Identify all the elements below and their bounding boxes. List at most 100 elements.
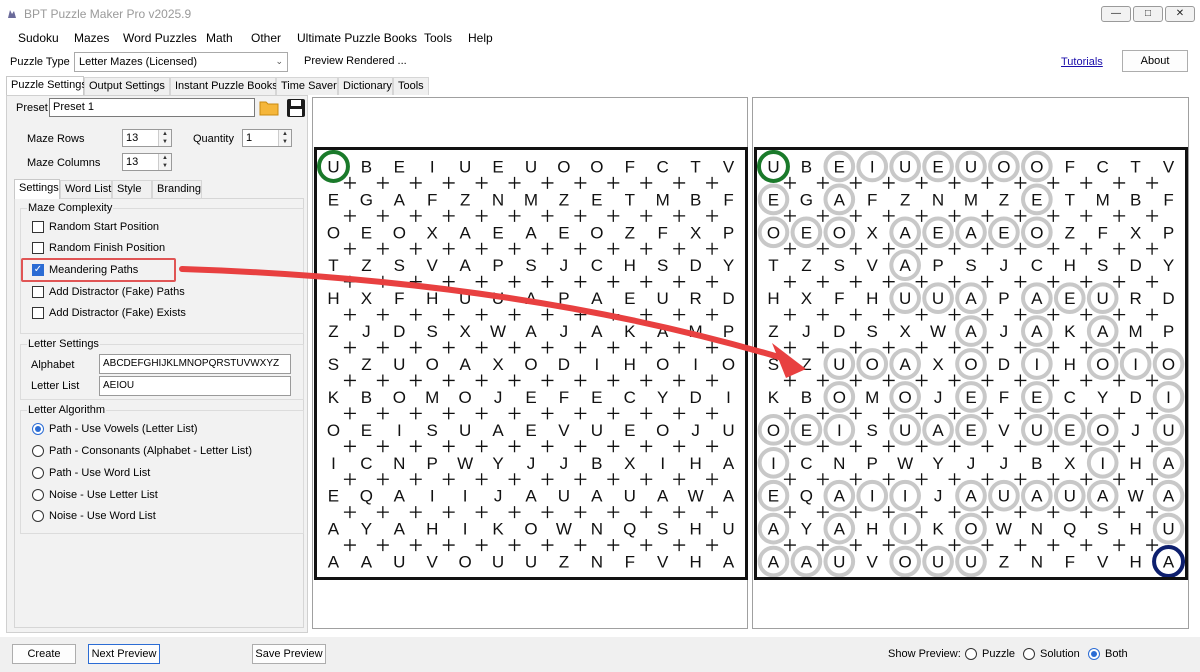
stepper-buttons[interactable]: ▲ ▼ xyxy=(158,154,171,170)
maze-letter: I xyxy=(430,487,435,506)
stepper-down-icon[interactable]: ▼ xyxy=(159,138,171,146)
maximize-icon[interactable]: □ xyxy=(1133,6,1163,22)
maze-wall-plus xyxy=(1014,473,1027,486)
maze-letter: A xyxy=(394,487,406,506)
maze-wall-plus xyxy=(541,176,554,189)
maze-letter: E xyxy=(328,487,339,506)
distractor-paths-checkbox[interactable] xyxy=(32,286,44,298)
show-puzzle-radio[interactable] xyxy=(965,648,977,660)
maze-wall-plus xyxy=(376,407,389,420)
maze-letter: D xyxy=(393,322,405,341)
maze-wall-plus xyxy=(882,209,895,222)
maze-letter: E xyxy=(932,223,943,242)
maze-letter: P xyxy=(867,454,878,473)
maze-letter: U xyxy=(624,487,636,506)
maze-letter: K xyxy=(932,520,944,539)
maze-wall-plus xyxy=(948,440,961,453)
algo-path-consonants-radio[interactable] xyxy=(32,445,44,457)
menu-word-puzzles[interactable]: Word Puzzles xyxy=(123,31,197,45)
show-both-radio[interactable] xyxy=(1088,648,1100,660)
random-start-checkbox[interactable] xyxy=(32,221,44,233)
maze-wall-plus xyxy=(915,209,928,222)
about-button[interactable]: About xyxy=(1122,50,1188,72)
distractor-exists-checkbox[interactable] xyxy=(32,307,44,319)
maze-letter: Z xyxy=(328,322,338,341)
alphabet-input[interactable]: ABCDEFGHIJKLMNOPQRSTUVWXYZ xyxy=(99,354,291,374)
close-icon[interactable]: ✕ xyxy=(1165,6,1195,22)
algo-noise-letterlist-radio[interactable] xyxy=(32,489,44,501)
maze-wall-plus xyxy=(409,539,422,552)
menu-math[interactable]: Math xyxy=(206,31,233,45)
subtab-settings[interactable]: Settings xyxy=(14,179,60,199)
create-button[interactable]: Create xyxy=(12,644,76,664)
puzzle-type-select[interactable]: Letter Mazes (Licensed) ⌄ xyxy=(74,52,288,72)
maze-wall-plus xyxy=(816,341,829,354)
maze-letter: A xyxy=(768,520,780,539)
maze-letter: O xyxy=(1030,157,1043,176)
menu-ultimate-puzzle-books[interactable]: Ultimate Puzzle Books xyxy=(297,31,417,45)
maze-wall-plus xyxy=(1113,374,1126,387)
maze-columns-stepper[interactable]: 13 ▲ ▼ xyxy=(122,153,172,171)
maze-wall-plus xyxy=(640,275,653,288)
subtab-branding[interactable]: Branding xyxy=(152,180,202,198)
subtab-style[interactable]: Style xyxy=(112,180,152,198)
maze-wall-plus xyxy=(915,308,928,321)
minimize-icon[interactable]: — xyxy=(1101,6,1131,22)
show-solution-radio[interactable] xyxy=(1023,648,1035,660)
maze-wall-plus xyxy=(1047,176,1060,189)
letter-list-input[interactable]: AEIOU xyxy=(99,376,291,396)
stepper-buttons[interactable]: ▲ ▼ xyxy=(278,130,291,146)
random-finish-checkbox[interactable] xyxy=(32,242,44,254)
algo-path-wordlist-radio[interactable] xyxy=(32,467,44,479)
maze-wall-plus xyxy=(673,209,686,222)
maze-letter: U xyxy=(899,289,911,308)
maze-wall-plus xyxy=(541,275,554,288)
tab-puzzle-settings[interactable]: Puzzle Settings xyxy=(6,76,87,96)
save-preview-button[interactable]: Save Preview xyxy=(252,644,326,664)
maze-letter: S xyxy=(657,520,668,539)
tab-tools[interactable]: Tools xyxy=(393,77,429,95)
maze-wall-plus xyxy=(640,308,653,321)
maze-wall-plus xyxy=(343,440,356,453)
tab-time-saver[interactable]: Time Saver xyxy=(276,77,338,95)
maze-wall-plus xyxy=(541,407,554,420)
menu-mazes[interactable]: Mazes xyxy=(74,31,109,45)
maze-letter: F xyxy=(1065,157,1075,176)
maze-letter: V xyxy=(1163,157,1175,176)
menu-other[interactable]: Other xyxy=(251,31,281,45)
quantity-stepper[interactable]: 1 ▲ ▼ xyxy=(242,129,292,147)
algo-noise-wordlist-radio[interactable] xyxy=(32,510,44,522)
tab-output-settings[interactable]: Output Settings xyxy=(84,77,170,95)
maze-wall-plus xyxy=(849,374,862,387)
tab-dictionary[interactable]: Dictionary xyxy=(338,77,393,95)
menu-help[interactable]: Help xyxy=(468,31,493,45)
tab-instant-puzzle-books[interactable]: Instant Puzzle Books xyxy=(170,77,278,95)
maze-wall-plus xyxy=(409,242,422,255)
next-preview-button[interactable]: Next Preview xyxy=(88,644,160,664)
maze-wall-plus xyxy=(1014,539,1027,552)
stepper-up-icon[interactable]: ▲ xyxy=(279,130,291,138)
stepper-up-icon[interactable]: ▲ xyxy=(159,130,171,138)
maze-rows-stepper[interactable]: 13 ▲ ▼ xyxy=(122,129,172,147)
maze-letter: P xyxy=(932,256,943,275)
stepper-up-icon[interactable]: ▲ xyxy=(159,154,171,162)
maze-letter: P xyxy=(1163,322,1174,341)
stepper-down-icon[interactable]: ▼ xyxy=(159,162,171,170)
save-icon[interactable] xyxy=(286,98,306,118)
maze-letter: A xyxy=(657,487,669,506)
stepper-down-icon[interactable]: ▼ xyxy=(279,138,291,146)
maze-letter: A xyxy=(1163,553,1175,572)
algo-path-vowels-radio[interactable] xyxy=(32,423,44,435)
folder-icon[interactable] xyxy=(259,98,279,116)
tutorials-link[interactable]: Tutorials xyxy=(1061,56,1103,68)
maze-letter: W xyxy=(556,520,572,539)
subtab-word-list[interactable]: Word List xyxy=(60,180,112,198)
menu-sudoku[interactable]: Sudoku xyxy=(18,31,59,45)
preset-input[interactable]: Preset 1 xyxy=(49,98,255,117)
maze-letter: E xyxy=(394,157,405,176)
maze-wall-plus xyxy=(816,374,829,387)
stepper-buttons[interactable]: ▲ ▼ xyxy=(158,130,171,146)
menu-tools[interactable]: Tools xyxy=(424,31,452,45)
maze-letter: K xyxy=(768,388,780,407)
maze-letter: Z xyxy=(801,256,811,275)
